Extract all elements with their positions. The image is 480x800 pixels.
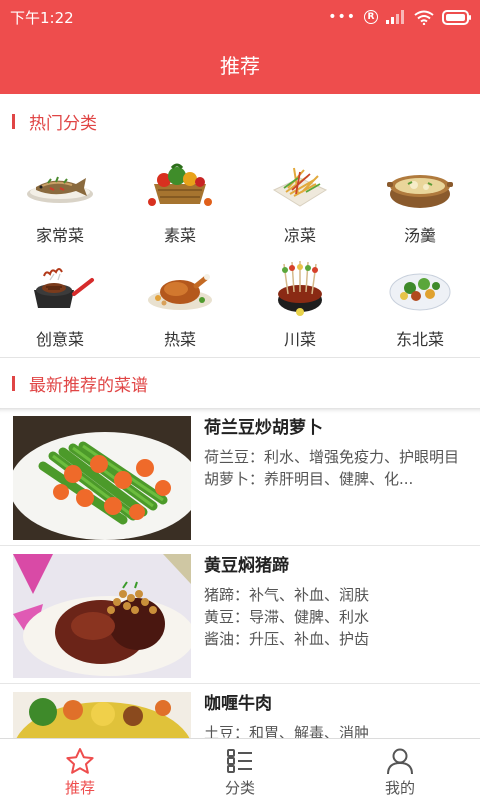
- category-item-northeast[interactable]: 东北菜: [360, 250, 480, 356]
- category-item-home-style[interactable]: 家常菜: [0, 146, 120, 250]
- category-item-sichuan[interactable]: 川菜: [240, 250, 360, 356]
- status-bar: 下午1:22 ••• R: [0, 0, 480, 34]
- roast-chicken-icon: [144, 258, 216, 316]
- recipe-title: 咖喱牛肉: [204, 694, 272, 714]
- hot-categories-title: 热门分类: [29, 113, 97, 134]
- star-icon: [66, 748, 94, 774]
- hot-categories-header: 热门分类: [0, 96, 480, 146]
- recipe-item[interactable]: 荷兰豆炒胡萝卜 荷兰豆：利水、增强免疫力、护眼明目 胡萝卜：养肝明目、健脾、化.…: [0, 408, 480, 546]
- recipe-image: [13, 692, 191, 738]
- signal-icon: [386, 10, 404, 24]
- recipe-image: [13, 554, 191, 678]
- battery-icon: [442, 9, 471, 25]
- tab-label: 推荐: [64, 779, 95, 797]
- recipe-description: 荷兰豆：利水、增强免疫力、护眼明目 胡萝卜：养肝明目、健脾、化...: [204, 446, 466, 490]
- category-item-vegetable[interactable]: 素菜: [120, 146, 240, 250]
- category-item-soup[interactable]: 汤羹: [360, 146, 480, 250]
- category-label: 凉菜: [283, 226, 316, 245]
- category-label: 东北菜: [395, 330, 444, 349]
- recipe-title: 黄豆焖猪蹄: [204, 556, 289, 576]
- status-icons: ••• R: [328, 6, 472, 28]
- latest-recipes-header: 最新推荐的菜谱: [0, 358, 480, 408]
- recipe-title: 荷兰豆炒胡萝卜: [204, 418, 323, 438]
- app-bar: 推荐: [0, 34, 480, 94]
- recipe-desc-line: 荷兰豆：利水、增强免疫力、护眼明目: [204, 448, 460, 466]
- bottom-tab-bar: 推荐 分类 我的: [0, 738, 480, 800]
- tab-label: 我的: [384, 779, 415, 797]
- category-label: 川菜: [283, 330, 316, 349]
- recipe-text: 黄豆焖猪蹄 猪蹄：补气、补血、润肤 黄豆：导滞、健脾、利水 酱油：升压、补血、护…: [204, 554, 466, 650]
- dots-icon: •••: [328, 9, 356, 25]
- recipe-description: 土豆：和胃、解毒、消肿: [204, 722, 466, 738]
- category-label: 创意菜: [35, 330, 84, 349]
- list-icon: [227, 749, 252, 773]
- vegetable-basket-icon: [144, 154, 216, 212]
- recipe-description: 猪蹄：补气、补血、润肤 黄豆：导滞、健脾、利水 酱油：升压、补血、护齿: [204, 584, 466, 650]
- registered-icon: R: [364, 10, 378, 24]
- section-marker: [12, 375, 15, 391]
- category-item-creative[interactable]: 创意菜: [0, 250, 120, 356]
- wifi-icon: [414, 10, 434, 25]
- category-label: 家常菜: [35, 226, 84, 245]
- latest-recipes-title: 最新推荐的菜谱: [29, 375, 148, 396]
- recipe-desc-line: 黄豆：导滞、健脾、利水: [204, 608, 370, 626]
- recipe-desc-line: 胡萝卜：养肝明目、健脾、化...: [204, 470, 414, 488]
- stir-fry-plate-icon: [384, 258, 456, 316]
- tab-category[interactable]: 分类: [160, 739, 320, 800]
- recipe-desc-line: 酱油：升压、补血、护齿: [204, 630, 370, 648]
- category-label: 素菜: [163, 226, 196, 245]
- page-title: 推荐: [220, 53, 260, 78]
- category-grid: 家常菜 素菜 凉菜 汤羹 创意菜 热菜 川菜 东北菜: [0, 146, 480, 356]
- tab-recommend[interactable]: 推荐: [0, 739, 160, 800]
- category-item-cold-dish[interactable]: 凉菜: [240, 146, 360, 250]
- category-item-hot-dish[interactable]: 热菜: [120, 250, 240, 356]
- cold-salad-icon: [264, 154, 336, 212]
- tab-label: 分类: [224, 779, 255, 797]
- recipe-desc-line: 猪蹄：补气、补血、润肤: [204, 586, 370, 604]
- category-label: 热菜: [163, 330, 196, 349]
- user-icon: [387, 748, 413, 775]
- recipe-item[interactable]: 咖喱牛肉 土豆：和胃、解毒、消肿: [0, 684, 480, 738]
- recipe-desc-line: 土豆：和胃、解毒、消肿: [204, 724, 370, 738]
- section-marker: [12, 113, 15, 129]
- recipe-text: 咖喱牛肉 土豆：和胃、解毒、消肿: [204, 692, 466, 738]
- recipe-image: [13, 416, 191, 540]
- category-label: 汤羹: [403, 226, 436, 245]
- soup-pot-icon: [384, 154, 456, 212]
- skewer-pot-icon: [264, 258, 336, 316]
- steak-pan-icon: [24, 258, 96, 316]
- recipe-list[interactable]: 荷兰豆炒胡萝卜 荷兰豆：利水、增强免疫力、护眼明目 胡萝卜：养肝明目、健脾、化.…: [0, 408, 480, 738]
- tab-mine[interactable]: 我的: [320, 739, 480, 800]
- fish-dish-icon: [24, 154, 96, 212]
- status-time: 下午1:22: [10, 9, 74, 27]
- recipe-text: 荷兰豆炒胡萝卜 荷兰豆：利水、增强免疫力、护眼明目 胡萝卜：养肝明目、健脾、化.…: [204, 416, 466, 490]
- recipe-item[interactable]: 黄豆焖猪蹄 猪蹄：补气、补血、润肤 黄豆：导滞、健脾、利水 酱油：升压、补血、护…: [0, 546, 480, 684]
